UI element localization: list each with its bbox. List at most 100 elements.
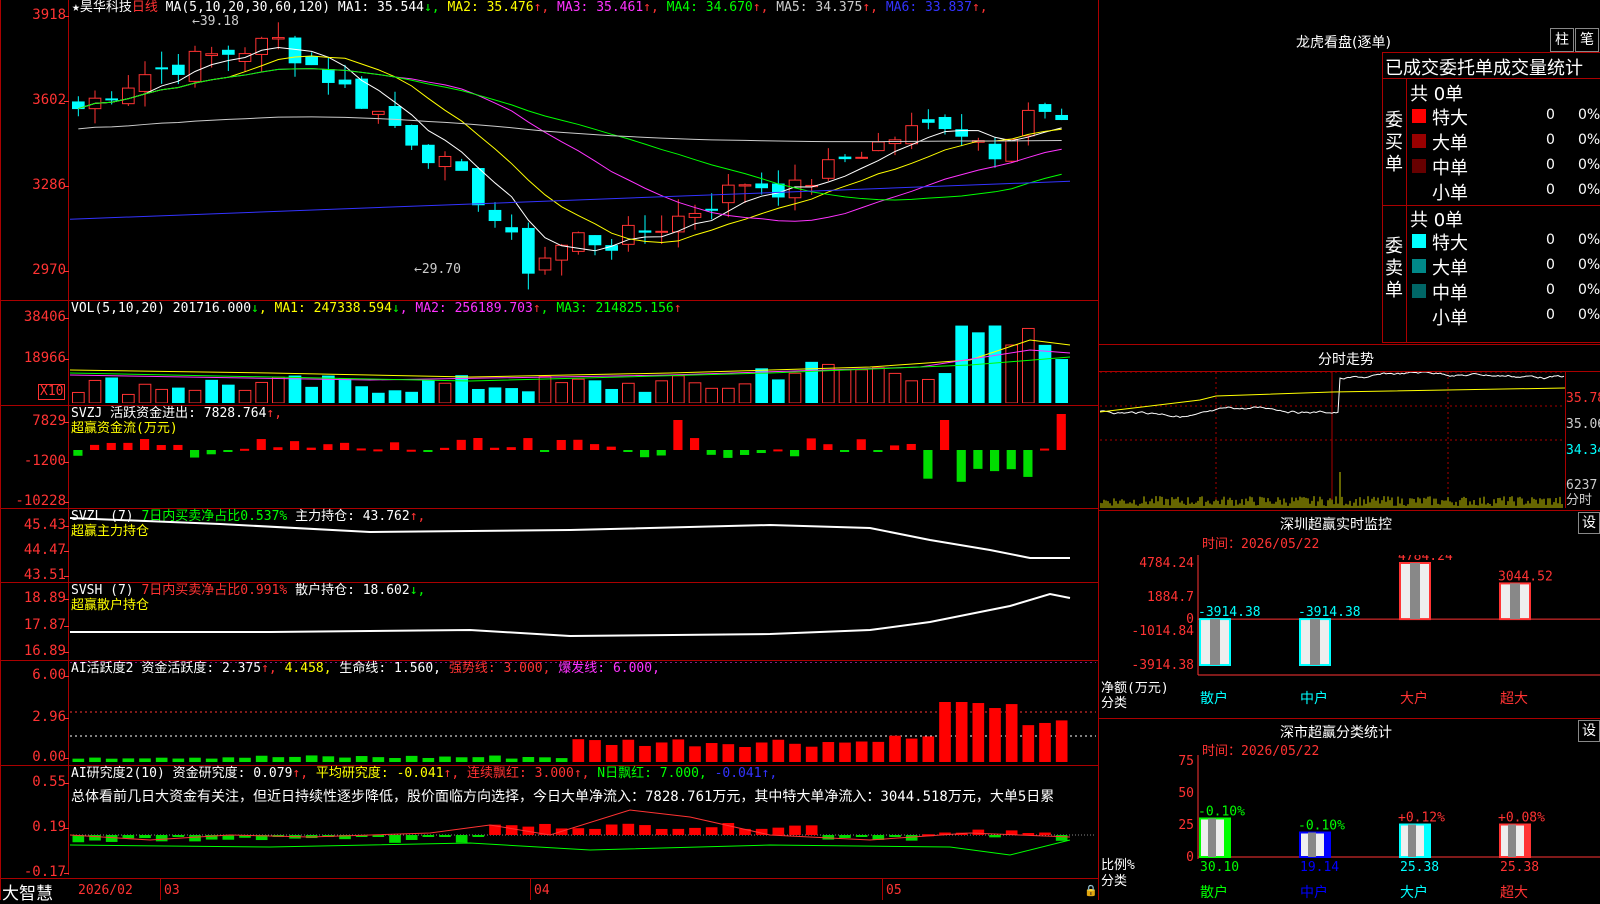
main-y-tick-0 bbox=[64, 16, 69, 17]
szc-ytick-3: 0 bbox=[1186, 850, 1194, 865]
research-bar bbox=[839, 835, 851, 838]
stats-tab[interactable]: 已成交委托单成交量统计 bbox=[1385, 54, 1583, 80]
activity-bar bbox=[122, 758, 135, 762]
sz-class-chart[interactable]: 75 50 25 0 -0.10% 30.10 散户 -0.10% 19.14 中户 +0.12% 2… bbox=[1100, 755, 1600, 900]
ai2-summary: 总体看前几日大资金有关注，但近日持续性逐步降低，股价面临方向选择，今日大单净流入… bbox=[71, 789, 1055, 805]
research-bar bbox=[889, 835, 901, 837]
intraday-vol-unit: 分时 bbox=[1566, 493, 1593, 508]
flow-bar bbox=[373, 449, 383, 452]
lock-icon[interactable]: 🔒 bbox=[1084, 884, 1098, 897]
ai1-y-tick-1 bbox=[64, 718, 69, 719]
volume-bar bbox=[905, 380, 918, 403]
flow-bar bbox=[523, 438, 533, 450]
stock-name[interactable]: ★昊华科技 bbox=[72, 0, 132, 15]
ma-list: MA1: 35.544↓, MA2: 35.476↑, MA3: 35.461↑… bbox=[338, 0, 988, 15]
research-bar bbox=[1039, 832, 1051, 835]
activity-bar bbox=[272, 757, 285, 762]
flow-bar bbox=[906, 443, 916, 450]
vol-ma-arrow-2: ↑ bbox=[673, 301, 682, 316]
intraday-vol-label: 6237 bbox=[1566, 478, 1598, 493]
buy-total: 共 0单 bbox=[1410, 84, 1464, 105]
activity-chart[interactable] bbox=[70, 662, 1096, 763]
ma10-line bbox=[78, 55, 1062, 244]
buy-row-3: 小单 0 0% bbox=[1408, 179, 1600, 204]
bar-mode-button[interactable]: 柱 bbox=[1550, 28, 1574, 52]
main-y-tick-1 bbox=[64, 101, 69, 102]
volume-bar bbox=[722, 387, 735, 403]
sz-monitor-settings-button[interactable]: 设 bbox=[1578, 512, 1600, 534]
activity-bar bbox=[555, 758, 568, 762]
candle-body bbox=[105, 98, 118, 101]
sell-side-label: 委卖单 bbox=[1385, 236, 1403, 301]
buy-name-2: 中单 bbox=[1432, 158, 1468, 179]
activity-bar bbox=[322, 756, 335, 762]
flow-bar bbox=[423, 450, 433, 452]
activity-bar bbox=[522, 757, 535, 762]
sell-name-3: 小单 bbox=[1432, 308, 1468, 329]
main-position-chart[interactable] bbox=[70, 510, 1096, 580]
candle-body bbox=[405, 125, 419, 146]
research-chart[interactable] bbox=[70, 805, 1096, 877]
activity-bar bbox=[839, 742, 851, 762]
candlestick-chart[interactable] bbox=[70, 15, 1096, 298]
volume-bar bbox=[922, 378, 935, 403]
volume-bar bbox=[538, 376, 552, 403]
activity-bar bbox=[955, 702, 968, 762]
flow-bar bbox=[573, 439, 583, 450]
candle-body bbox=[688, 212, 702, 218]
research-bar bbox=[389, 835, 401, 843]
ai2-y-tick-2 bbox=[64, 873, 69, 874]
volume-bar bbox=[955, 325, 968, 403]
flow-bar bbox=[773, 449, 783, 452]
volume-bar bbox=[588, 380, 602, 403]
main-y-tick-3 bbox=[64, 271, 69, 272]
ai2-y-label-0: 0.55 bbox=[32, 774, 66, 790]
activity-bar bbox=[505, 758, 518, 762]
volume-bar bbox=[838, 369, 852, 403]
candle-body bbox=[355, 78, 369, 109]
candle-body bbox=[855, 156, 868, 159]
flow-bar bbox=[256, 439, 266, 450]
panel-divider bbox=[1098, 0, 1099, 900]
szc-change-2: +0.12% bbox=[1398, 811, 1445, 826]
period-label[interactable]: 日线 bbox=[132, 0, 158, 15]
svzj-y-label-2: -10228 bbox=[15, 493, 66, 509]
szm-bar-label-0: -3914.38 bbox=[1198, 605, 1261, 620]
sell-pct-1: 0% bbox=[1578, 257, 1600, 273]
volume-bar bbox=[438, 382, 452, 403]
high-marker: ←39.18 bbox=[192, 14, 239, 29]
ai2-header: AI研究度2(10) 资金研究度: 0.079↑, 平均研究度: -0.041↑… bbox=[71, 766, 778, 781]
candle-body bbox=[872, 141, 885, 152]
candle-body bbox=[1005, 138, 1018, 162]
flow-bar bbox=[473, 438, 483, 450]
intraday-chart[interactable] bbox=[1100, 372, 1565, 508]
activity-bar bbox=[139, 758, 151, 762]
sell-name-0: 特大 bbox=[1432, 233, 1468, 254]
ma-value-0: 35.544 bbox=[377, 0, 424, 15]
fund-flow-chart[interactable] bbox=[70, 408, 1096, 506]
szc-bar-shade-3 bbox=[1508, 824, 1516, 857]
flow-bar bbox=[406, 449, 416, 452]
volume-chart[interactable] bbox=[70, 315, 1096, 403]
sz-class-settings-button[interactable]: 设 bbox=[1578, 720, 1600, 742]
activity-bar bbox=[189, 757, 201, 762]
retail-position-chart[interactable] bbox=[70, 584, 1096, 658]
candle-body bbox=[522, 227, 535, 274]
sz-monitor-chart[interactable]: 4784.241884.70-1014.84-3914.38-3914.38散户… bbox=[1100, 555, 1600, 713]
activity-bar bbox=[939, 702, 951, 762]
activity-bar bbox=[805, 746, 818, 762]
volume-bar bbox=[1055, 359, 1068, 403]
ai1-y-label-0: 6.00 bbox=[32, 667, 66, 683]
activity-bar bbox=[1005, 704, 1018, 762]
buy-row-2: 中单 0 0% bbox=[1408, 154, 1600, 179]
volume-bar bbox=[638, 391, 652, 403]
activity-bar bbox=[255, 755, 268, 762]
research-bar bbox=[155, 835, 168, 842]
activity-bar bbox=[672, 739, 685, 762]
buy-swatch-2 bbox=[1412, 159, 1426, 173]
brand-label: 大智慧 bbox=[2, 884, 53, 904]
szc-value-0: 30.10 bbox=[1200, 860, 1239, 875]
ma-param: MA(5,10,20,30,60,120) bbox=[165, 0, 331, 15]
pen-mode-button[interactable]: 笔 bbox=[1575, 28, 1599, 52]
volume-bar bbox=[522, 391, 535, 403]
